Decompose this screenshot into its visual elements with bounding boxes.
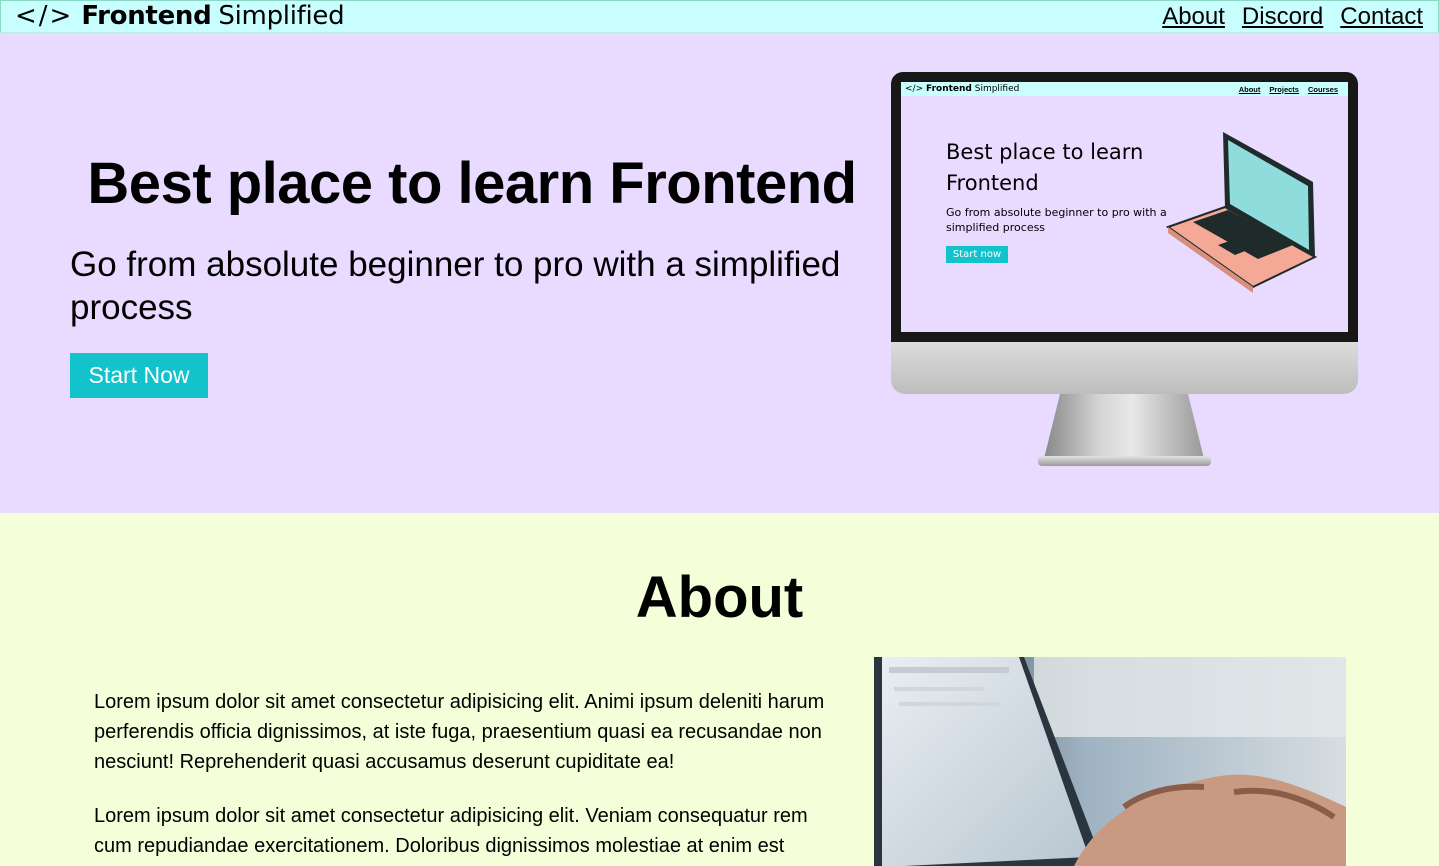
monitor-illustration: </> Frontend Simplified About Projects C… xyxy=(891,72,1358,472)
hero-section: Best place to learn Frontend Go from abs… xyxy=(0,33,1439,513)
nav-link-about[interactable]: About xyxy=(1162,2,1225,32)
mini-hero-title: Best place to learn Frontend xyxy=(946,140,1144,195)
code-logo-icon: </> xyxy=(15,1,74,31)
monitor-stand xyxy=(1044,394,1204,459)
laptop-icon xyxy=(1165,132,1318,293)
nav-link-contact[interactable]: Contact xyxy=(1340,2,1423,32)
mini-brand-bold: Frontend xyxy=(926,84,972,94)
monitor-bezel: </> Frontend Simplified About Projects C… xyxy=(891,72,1358,342)
nav-links: About Discord Contact xyxy=(1162,2,1438,32)
nav-link-discord[interactable]: Discord xyxy=(1242,2,1323,32)
mini-link-about: About xyxy=(1238,84,1261,94)
typing-photo-illustration xyxy=(874,657,1346,866)
monitor-stand-base xyxy=(1038,456,1211,466)
hero-subtitle: Go from absolute beginner to pro with a … xyxy=(70,245,841,327)
start-now-button[interactable]: Start Now xyxy=(70,353,208,398)
about-title: About xyxy=(635,565,804,630)
monitor-screen: </> Frontend Simplified About Projects C… xyxy=(901,82,1348,332)
mini-link-projects: Projects xyxy=(1269,84,1299,94)
navbar: </> Frontend Simplified About Discord Co… xyxy=(0,0,1439,33)
about-paragraph: Lorem ipsum dolor sit amet consectetur a… xyxy=(94,805,808,857)
monitor-chin xyxy=(891,342,1358,394)
laptop-typing-photo xyxy=(874,657,1346,866)
hero-title: Best place to learn Frontend xyxy=(87,151,857,216)
brand-logo[interactable]: </> Frontend Simplified xyxy=(1,0,345,33)
about-section: About Lorem ipsum dolor sit amet consect… xyxy=(0,513,1439,866)
mini-brand: </> Frontend Simplified xyxy=(905,82,1019,96)
brand-name-bold: Frontend xyxy=(81,1,212,31)
brand-name-light: Simplified xyxy=(218,1,345,31)
mini-nav-links: About Projects Courses xyxy=(1239,85,1344,94)
mini-code-logo-icon: </> xyxy=(905,84,924,94)
mini-navbar: </> Frontend Simplified About Projects C… xyxy=(901,82,1348,96)
mini-link-courses: Courses xyxy=(1307,84,1338,94)
mini-start-button: Start now xyxy=(946,246,1008,263)
about-paragraph: Lorem ipsum dolor sit amet consectetur a… xyxy=(94,691,825,773)
mini-hero-subtitle: Go from absolute beginner to pro with a … xyxy=(946,206,1167,234)
mini-brand-light: Simplified xyxy=(974,84,1020,94)
